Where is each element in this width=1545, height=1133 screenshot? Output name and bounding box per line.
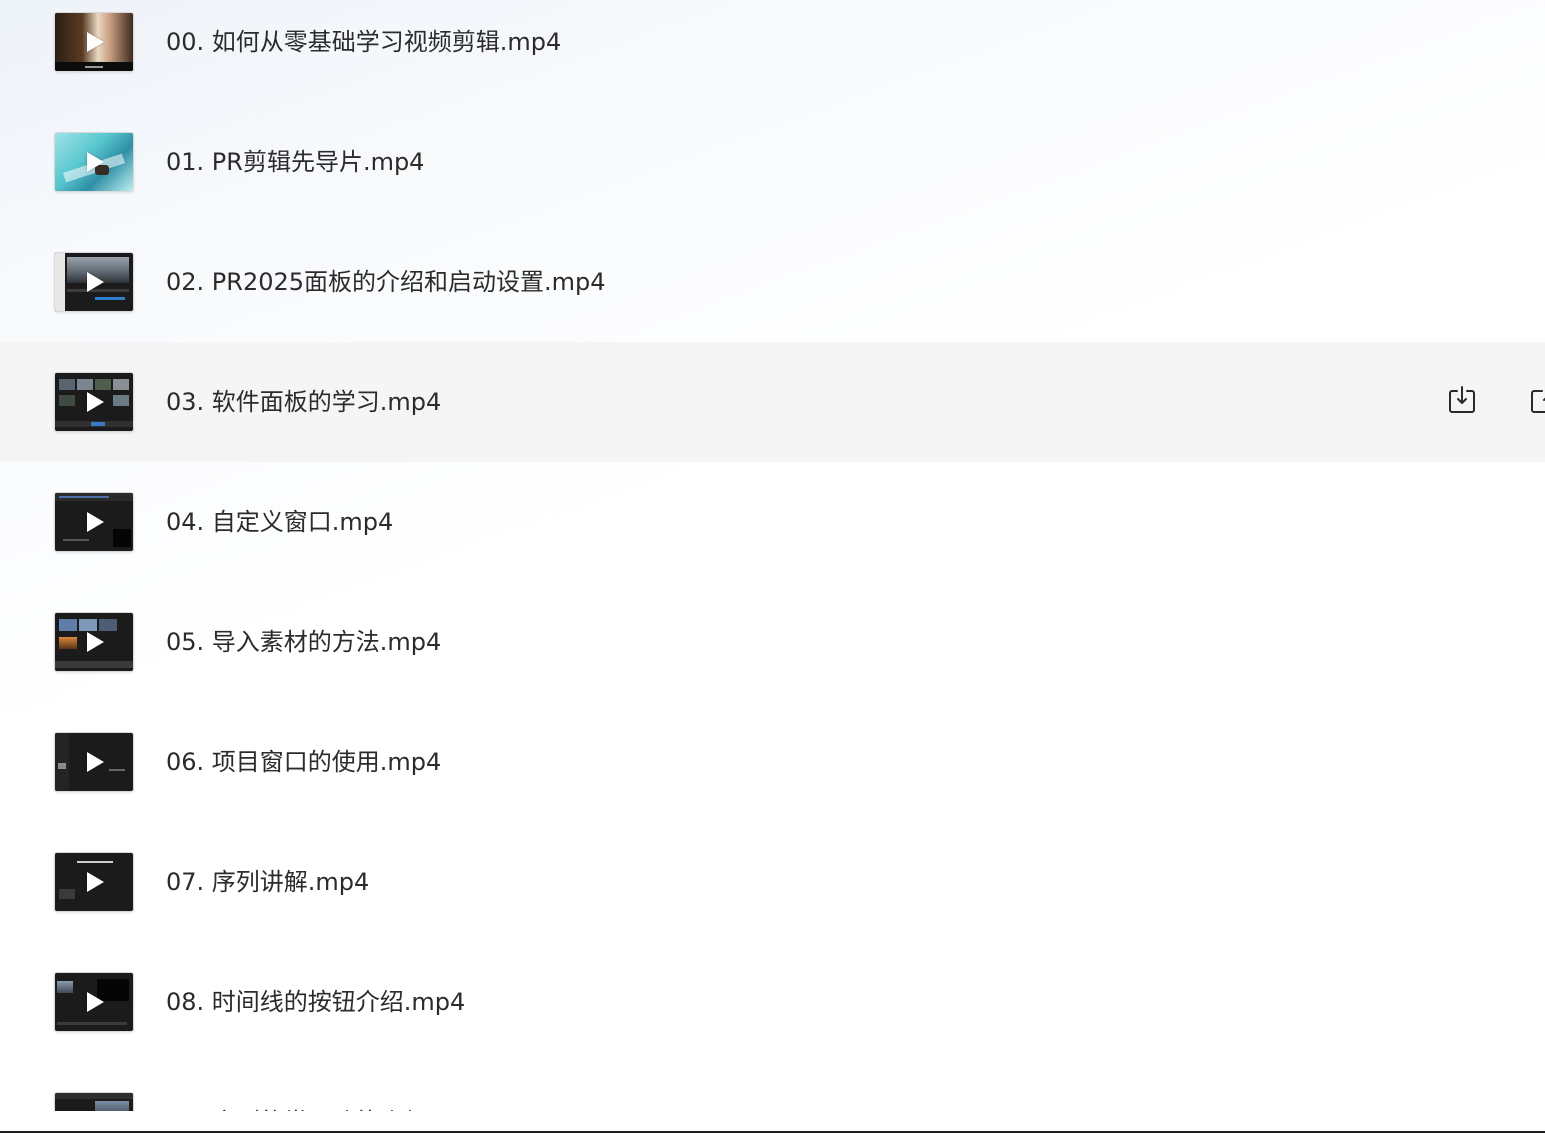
play-icon: [87, 872, 104, 892]
file-row[interactable]: 08. 时间线的按钮介绍.mp4: [0, 942, 1545, 1062]
share-icon[interactable]: [1528, 384, 1545, 416]
file-row[interactable]: 06. 项目窗口的使用.mp4: [0, 702, 1545, 822]
file-list: 00. 如何从零基础学习视频剪辑.mp4 01. PR剪辑先导片.mp4 02. P…: [0, 0, 1545, 1132]
file-name[interactable]: 07. 序列讲解.mp4: [166, 866, 369, 898]
file-row[interactable]: 02. PR2025面板的介绍和启动设置.mp4: [0, 222, 1545, 342]
download-icon[interactable]: [1446, 384, 1478, 416]
video-thumbnail[interactable]: [55, 853, 133, 911]
file-browser: 00. 如何从零基础学习视频剪辑.mp4 01. PR剪辑先导片.mp4 02. P…: [0, 0, 1545, 1133]
file-name[interactable]: 02. PR2025面板的介绍和启动设置.mp4: [166, 266, 606, 298]
file-name[interactable]: 04. 自定义窗口.mp4: [166, 506, 393, 538]
file-row[interactable]: 03. 软件面板的学习.mp4: [0, 342, 1545, 462]
file-name[interactable]: 08. 时间线的按钮介绍.mp4: [166, 986, 465, 1018]
video-thumbnail[interactable]: [55, 493, 133, 551]
video-thumbnail[interactable]: [55, 733, 133, 791]
file-row[interactable]: 04. 自定义窗口.mp4: [0, 462, 1545, 582]
file-row[interactable]: 00. 如何从零基础学习视频剪辑.mp4: [0, 0, 1545, 102]
file-row[interactable]: 05. 导入素材的方法.mp4: [0, 582, 1545, 702]
video-thumbnail[interactable]: [55, 253, 133, 311]
video-thumbnail[interactable]: [55, 1093, 133, 1132]
video-thumbnail[interactable]: [55, 13, 133, 71]
file-name[interactable]: 05. 导入素材的方法.mp4: [166, 626, 441, 658]
play-icon: [87, 992, 104, 1012]
video-thumbnail[interactable]: [55, 613, 133, 671]
file-name[interactable]: 06. 项目窗口的使用.mp4: [166, 746, 441, 778]
video-thumbnail[interactable]: [55, 973, 133, 1031]
play-icon: [87, 392, 104, 412]
file-name[interactable]: 00. 如何从零基础学习视频剪辑.mp4: [166, 26, 561, 58]
file-row[interactable]: 07. 序列讲解.mp4: [0, 822, 1545, 942]
play-icon: [87, 32, 104, 52]
video-thumbnail[interactable]: [55, 373, 133, 431]
video-thumbnail[interactable]: [55, 133, 133, 191]
file-row[interactable]: 01. PR剪辑先导片.mp4: [0, 102, 1545, 222]
file-name[interactable]: 01. PR剪辑先导片.mp4: [166, 146, 424, 178]
file-row[interactable]: 09. 序列的常用功能介绍.mp4: [0, 1062, 1545, 1132]
play-icon: [87, 152, 104, 172]
play-icon: [87, 1112, 104, 1132]
play-icon: [87, 752, 104, 772]
play-icon: [87, 512, 104, 532]
play-icon: [87, 632, 104, 652]
file-name[interactable]: 09. 序列的常用功能介绍.mp4: [166, 1106, 489, 1111]
file-name[interactable]: 03. 软件面板的学习.mp4: [166, 386, 441, 418]
play-icon: [87, 272, 104, 292]
